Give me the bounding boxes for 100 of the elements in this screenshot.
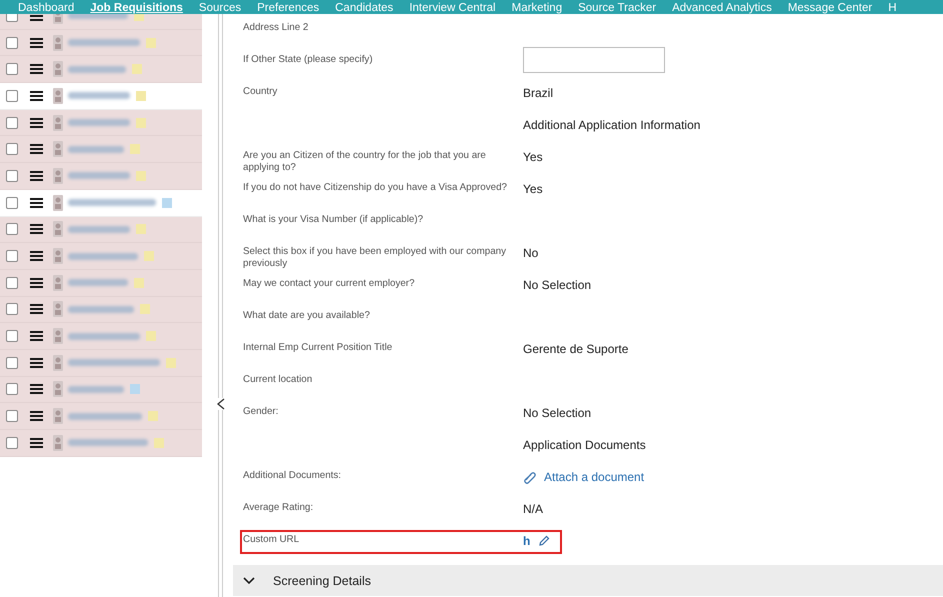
- field-label: Country: [243, 86, 278, 98]
- nav-tab[interactable]: Dashboard: [18, 1, 90, 14]
- menu-icon[interactable]: [30, 38, 43, 48]
- attach-link[interactable]: Attach a document: [544, 470, 644, 484]
- field-value: N/A: [523, 502, 544, 516]
- field-label: What is your Visa Number (if applicable)?: [243, 214, 424, 226]
- field-label: If Other State (please specify): [243, 54, 374, 66]
- checkbox[interactable]: [6, 276, 18, 289]
- menu-icon[interactable]: [30, 90, 43, 101]
- field-value: No: [523, 246, 538, 260]
- person-icon: [53, 88, 63, 104]
- checkbox[interactable]: [6, 116, 18, 129]
- nav-tab[interactable]: H: [888, 1, 913, 14]
- field-label: Internal Emp Current Position Title: [243, 342, 394, 354]
- checkbox[interactable]: [6, 223, 18, 236]
- blurred-name-drawing: [68, 92, 130, 100]
- menu-icon[interactable]: [30, 14, 43, 21]
- person-icon: [53, 301, 63, 318]
- section-title: Screening Details: [273, 574, 371, 588]
- nav-tab[interactable]: Candidates: [335, 1, 410, 14]
- blurred-name-drawing: [68, 386, 124, 393]
- nav-tab[interactable]: Source Tracker: [578, 1, 672, 14]
- nav-tab[interactable]: Advanced Analytics: [672, 1, 788, 14]
- menu-icon[interactable]: [30, 438, 43, 448]
- menu-icon[interactable]: [30, 144, 43, 154]
- input-field[interactable]: [523, 47, 665, 73]
- nav-tab[interactable]: Interview Central: [409, 1, 512, 14]
- checkbox[interactable]: [6, 196, 18, 209]
- person-icon: [53, 194, 63, 211]
- field-value: No Selection: [523, 406, 592, 420]
- section-heading: Application Documents: [523, 438, 646, 452]
- checkbox[interactable]: [6, 36, 18, 49]
- section-heading: Additional Application Information: [523, 118, 700, 132]
- field-value: Gerente de Suporte: [523, 342, 628, 356]
- section-header[interactable]: Screening Details: [233, 565, 943, 596]
- paperclip-icon[interactable]: [523, 470, 536, 484]
- field-label: Select this box if you have been employed with our company previously: [243, 246, 508, 270]
- checkbox[interactable]: [6, 250, 18, 262]
- person-icon: [53, 408, 63, 424]
- field-value: Yes: [523, 150, 543, 164]
- nav-tab[interactable]: Sources: [198, 1, 258, 14]
- blurred-name-drawing: [68, 332, 140, 340]
- url-link[interactable]: h: [523, 534, 530, 548]
- menu-icon[interactable]: [30, 384, 43, 394]
- person-icon: [53, 248, 63, 264]
- checkbox[interactable]: [6, 63, 18, 76]
- person-icon: [53, 168, 63, 184]
- person-icon: [53, 354, 63, 371]
- menu-icon[interactable]: [30, 278, 43, 288]
- menu-icon[interactable]: [30, 198, 43, 208]
- menu-icon[interactable]: [30, 118, 43, 128]
- field-value: Yes: [523, 182, 543, 196]
- field-label: Current location: [243, 374, 314, 386]
- checkbox[interactable]: [6, 383, 18, 396]
- person-icon: [53, 34, 63, 51]
- blurred-name-drawing: [68, 66, 126, 73]
- chevron-icon[interactable]: [243, 576, 255, 584]
- menu-icon[interactable]: [30, 304, 43, 314]
- field-label: Are you an Citizen of the country for the job that you are applying to?: [243, 150, 487, 174]
- person-icon: [53, 434, 63, 451]
- menu-icon[interactable]: [30, 331, 43, 342]
- nav-tab[interactable]: Job Requisitions: [90, 1, 199, 14]
- nav-tab[interactable]: Preferences: [257, 1, 336, 14]
- person-icon: [53, 328, 63, 344]
- nav-tab[interactable]: Marketing: [512, 1, 578, 14]
- field-label: Gender:: [243, 406, 280, 418]
- person-icon: [53, 274, 63, 291]
- menu-icon[interactable]: [30, 411, 43, 422]
- checkbox[interactable]: [6, 90, 18, 102]
- blurred-name-drawing: [68, 226, 130, 233]
- field-label: Additional Documents:: [243, 470, 342, 482]
- blurred-name-drawing: [68, 172, 130, 180]
- blurred-name-drawing: [68, 306, 134, 313]
- field-label: What date are you available?: [243, 310, 371, 322]
- checkbox[interactable]: [6, 356, 18, 369]
- checkbox[interactable]: [6, 143, 18, 156]
- field-label: Average Rating:: [243, 502, 314, 514]
- checkbox[interactable]: [6, 410, 18, 422]
- field-label: May we contact your current employer?: [243, 278, 416, 290]
- collapse-icon[interactable]: [217, 398, 225, 410]
- checkbox[interactable]: [6, 303, 18, 316]
- field-label: Address Line 2: [243, 22, 310, 34]
- nav-tab[interactable]: Message Center: [788, 1, 888, 14]
- pencil-icon[interactable]: [538, 535, 550, 547]
- person-icon: [53, 61, 63, 78]
- blurred-name-drawing: [68, 119, 130, 126]
- menu-icon[interactable]: [30, 251, 43, 262]
- blurred-name-drawing: [68, 146, 124, 153]
- field-label: If you do not have Citizenship do you have a Visa Approved?: [243, 182, 508, 194]
- menu-icon[interactable]: [30, 224, 43, 234]
- checkbox[interactable]: [6, 330, 18, 342]
- person-icon: [53, 114, 63, 131]
- blurred-name-drawing: [68, 252, 138, 260]
- checkbox[interactable]: [6, 436, 18, 449]
- menu-icon[interactable]: [30, 170, 43, 181]
- menu-icon[interactable]: [30, 64, 43, 74]
- menu-icon[interactable]: [30, 358, 43, 368]
- checkbox[interactable]: [6, 170, 18, 182]
- blurred-name-drawing: [68, 39, 140, 46]
- person-icon: [53, 141, 63, 158]
